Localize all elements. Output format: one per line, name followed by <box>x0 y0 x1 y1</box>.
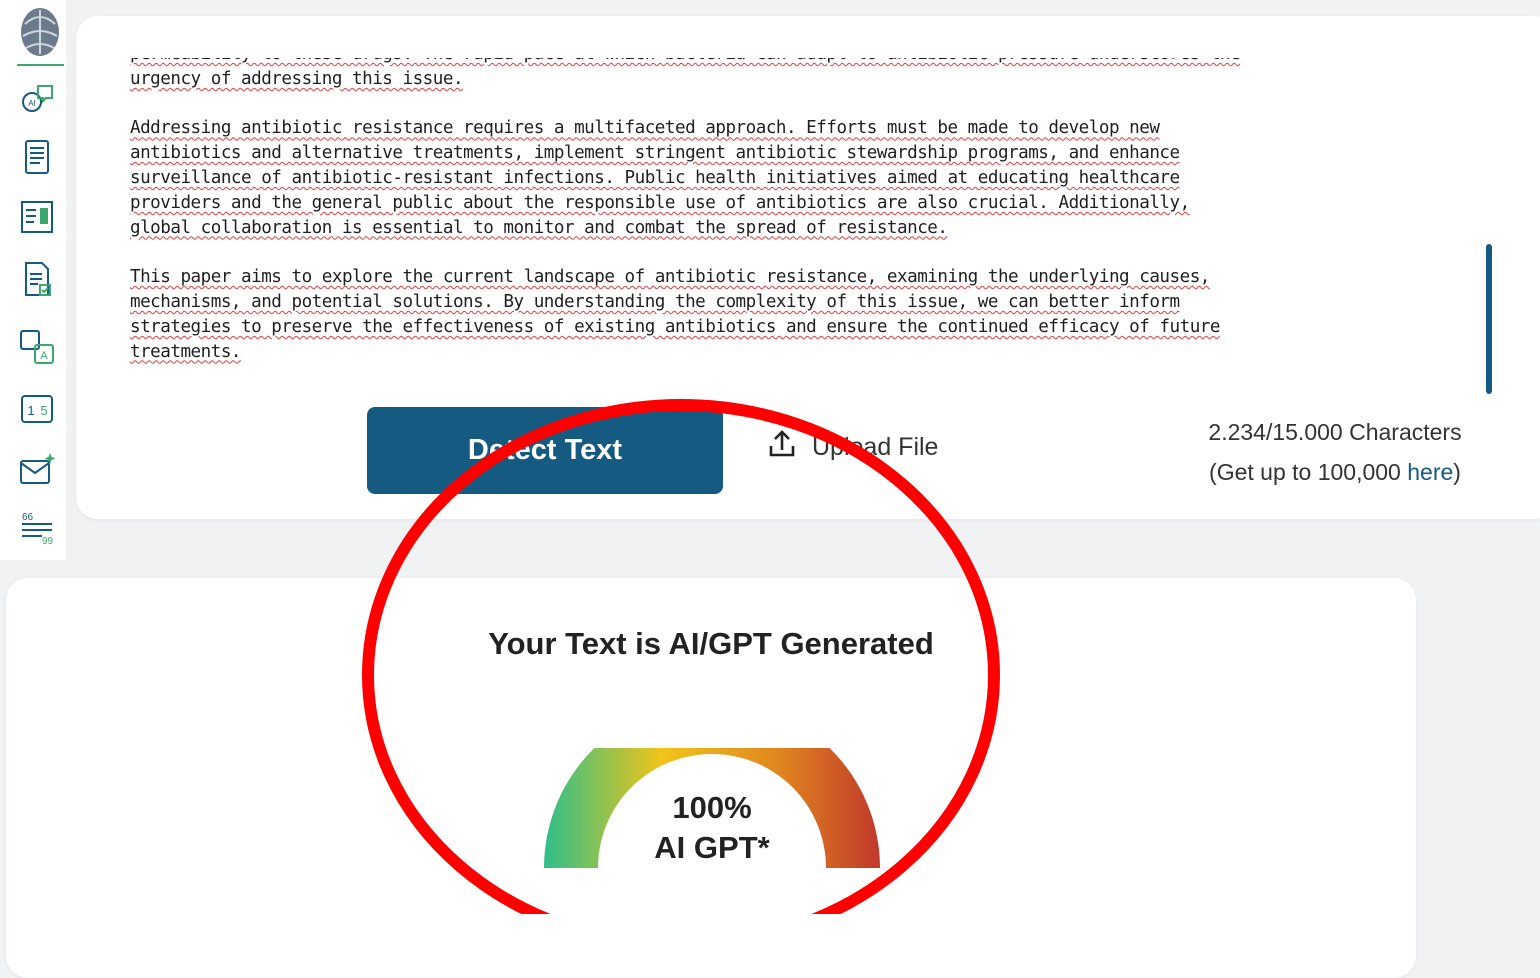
ai-chat-icon[interactable]: AI <box>16 78 58 120</box>
svg-text:66: 66 <box>22 512 34 523</box>
svg-text:1: 1 <box>27 403 34 418</box>
brain-logo-icon[interactable] <box>17 2 64 66</box>
paragraph: permeability to these drugs. The rapid p… <box>130 58 1241 89</box>
document-list-icon[interactable] <box>16 136 58 178</box>
email-sparkle-icon[interactable] <box>16 448 58 490</box>
result-card: Your Text is AI/GPT Generated 100% AI GP… <box>6 578 1416 978</box>
document-check-icon[interactable] <box>16 258 58 300</box>
result-title: Your Text is AI/GPT Generated <box>488 626 934 661</box>
image-text-icon[interactable] <box>16 196 58 238</box>
gauge-value: 100% AI GPT* <box>544 788 880 868</box>
detect-text-button[interactable]: Detect Text <box>367 407 723 494</box>
upgrade-note: (Get up to 100,000 here) <box>1209 459 1461 485</box>
gauge-label: AI GPT* <box>654 830 770 865</box>
editor-scrollbar[interactable] <box>1486 244 1492 394</box>
svg-text:5: 5 <box>40 403 47 418</box>
upgrade-link[interactable]: here <box>1407 459 1453 485</box>
character-count: 2.234/15.000 Characters (Get up to 100,0… <box>1180 412 1490 492</box>
text-editor[interactable]: permeability to these drugs. The rapid p… <box>130 58 1480 398</box>
quote-icon[interactable]: 66 99 <box>16 506 58 548</box>
number-convert-icon[interactable]: 15 <box>16 388 58 430</box>
upload-icon <box>766 428 798 467</box>
upload-file-label: Upload File <box>812 433 939 461</box>
svg-text:99: 99 <box>42 536 54 546</box>
translate-icon[interactable]: A <box>16 326 58 368</box>
sidebar: AI A 15 66 99 <box>0 0 66 560</box>
paragraph: Addressing antibiotic resistance require… <box>130 118 1190 238</box>
svg-text:A: A <box>40 350 48 362</box>
text-input-card: permeability to these drugs. The rapid p… <box>76 16 1540 519</box>
svg-text:AI: AI <box>28 99 36 108</box>
upload-file-button[interactable]: Upload File <box>766 428 938 467</box>
character-count-value: 2.234/15.000 Characters <box>1208 419 1462 445</box>
paragraph: This paper aims to explore the current l… <box>130 267 1220 362</box>
gauge-percent: 100% <box>672 790 752 825</box>
